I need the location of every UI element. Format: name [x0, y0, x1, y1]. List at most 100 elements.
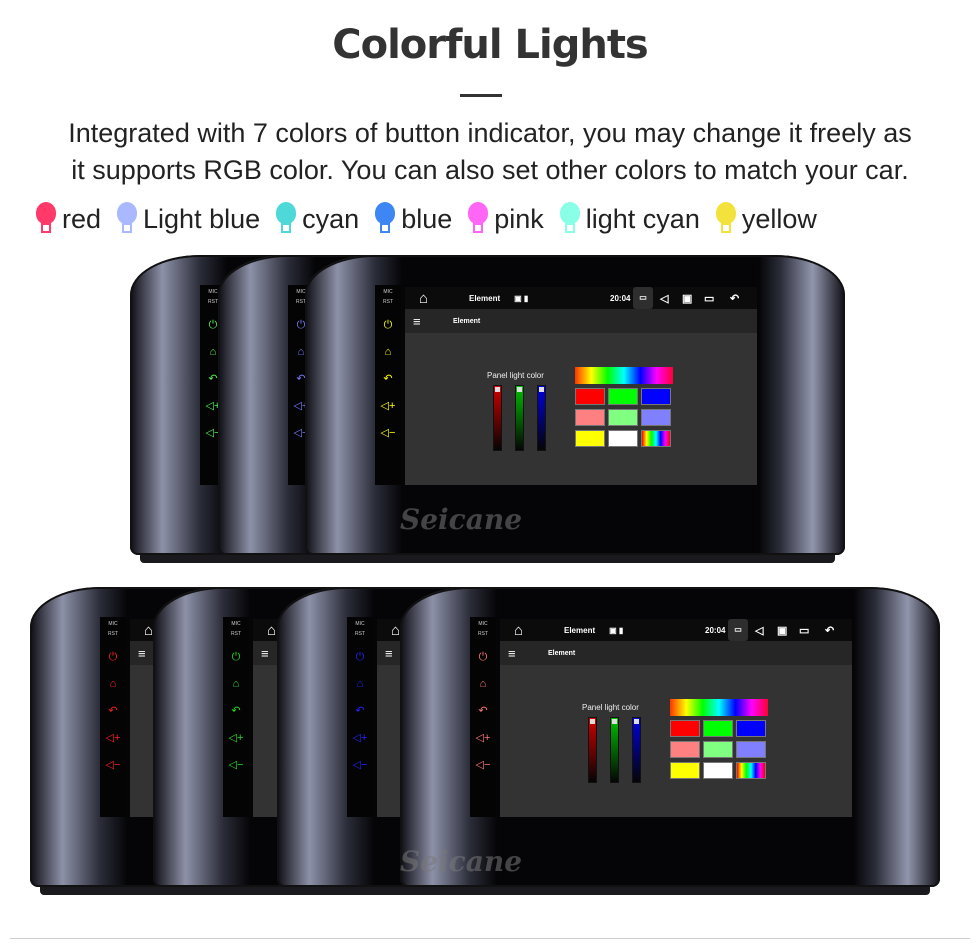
volume-icon[interactable]: ◁ [660, 292, 668, 305]
side-label: MIC [231, 621, 241, 627]
return-icon[interactable]: ↶ [730, 292, 739, 305]
power-button[interactable]: ⏻ [223, 650, 249, 664]
slider-thumb[interactable] [612, 719, 617, 724]
volume-up-button[interactable]: ◁+ [470, 731, 496, 745]
side-label: MIC [355, 621, 365, 627]
display-icon[interactable]: ▣ [777, 624, 787, 637]
color-slider[interactable] [588, 717, 597, 783]
color-swatch[interactable] [575, 409, 605, 426]
hamburger-menu-icon[interactable]: ≡ [413, 314, 453, 329]
color-swatch[interactable] [641, 430, 671, 447]
hue-bar[interactable] [575, 367, 673, 384]
legend-item: cyan [276, 202, 359, 236]
window-icon[interactable]: ▭ [799, 624, 809, 637]
color-slider[interactable] [493, 385, 502, 451]
bulb-glass [715, 202, 736, 224]
volume-up-button[interactable]: ◁+ [375, 399, 401, 413]
slider-thumb[interactable] [539, 387, 544, 392]
back-button[interactable]: ↶ [375, 372, 401, 386]
slider-thumb[interactable] [634, 719, 639, 724]
status-title: Element [469, 293, 501, 303]
power-button[interactable]: ⏻ [375, 318, 401, 332]
home-button[interactable]: ⌂ [470, 677, 496, 691]
side-label: RST [108, 631, 118, 637]
volume-up-button[interactable]: ◁+ [223, 731, 249, 745]
power-button[interactable]: ⏻ [100, 650, 126, 664]
back-button[interactable]: ↶ [347, 704, 373, 718]
home-button[interactable]: ⌂ [375, 345, 401, 359]
app-bar: ≡Element [500, 641, 852, 665]
app-title: Element [453, 317, 481, 325]
color-slider[interactable] [537, 385, 546, 451]
slider-thumb[interactable] [517, 387, 522, 392]
panel-light-label: Panel light color [487, 371, 544, 380]
color-slider[interactable] [515, 385, 524, 451]
slider-thumb[interactable] [495, 387, 500, 392]
description-line-2: it supports RGB color. You can also set … [71, 155, 909, 185]
color-swatch[interactable] [575, 388, 605, 405]
app-bar: ≡Element [405, 309, 757, 333]
watermark: Seicane [400, 503, 523, 536]
bulb-icon [468, 202, 489, 236]
legend-item: light cyan [559, 202, 700, 236]
volume-down-button[interactable]: ◁− [375, 426, 401, 440]
volume-icon[interactable]: ◁ [755, 624, 763, 637]
color-swatch[interactable] [608, 388, 638, 405]
screen-icon[interactable]: ▭ [728, 619, 748, 641]
back-button[interactable]: ↶ [470, 704, 496, 718]
back-button[interactable]: ↶ [100, 704, 126, 718]
color-swatch[interactable] [575, 430, 605, 447]
bulb-glass [117, 202, 138, 224]
color-slider[interactable] [610, 717, 619, 783]
color-swatch[interactable] [670, 741, 700, 758]
color-swatch[interactable] [703, 762, 733, 779]
side-label: RST [383, 299, 393, 305]
volume-down-button[interactable]: ◁− [470, 758, 496, 772]
color-swatch[interactable] [703, 741, 733, 758]
status-title: Element [564, 625, 596, 635]
description-line-1: Integrated with 7 colors of button indic… [68, 118, 912, 148]
bulb-base [122, 223, 133, 233]
home-icon[interactable]: ⌂ [514, 622, 554, 639]
back-button[interactable]: ↶ [223, 704, 249, 718]
color-swatch[interactable] [641, 409, 671, 426]
home-icon[interactable]: ⌂ [419, 290, 459, 307]
screen-icon[interactable]: ▭ [633, 287, 653, 309]
hue-bar[interactable] [670, 699, 768, 716]
color-slider[interactable] [632, 717, 641, 783]
bulb-base [720, 223, 731, 233]
color-swatch[interactable] [736, 720, 766, 737]
volume-down-button[interactable]: ◁− [223, 758, 249, 772]
legend-item: blue [375, 202, 452, 236]
volume-down-button[interactable]: ◁− [347, 758, 373, 772]
home-button[interactable]: ⌂ [223, 677, 249, 691]
hamburger-menu-icon[interactable]: ≡ [508, 646, 548, 661]
color-swatch[interactable] [641, 388, 671, 405]
home-button[interactable]: ⌂ [347, 677, 373, 691]
bulb-glass [375, 202, 396, 224]
power-button[interactable]: ⏻ [470, 650, 496, 664]
legend-label: light cyan [585, 203, 700, 234]
color-swatch[interactable] [608, 409, 638, 426]
title-divider [460, 94, 502, 97]
volume-down-button[interactable]: ◁− [100, 758, 126, 772]
color-swatch[interactable] [736, 762, 766, 779]
slider-thumb[interactable] [590, 719, 595, 724]
status-bar: ⌂Element▣ ▮20:04▭◁▣▭↶ [500, 619, 852, 641]
color-swatch[interactable] [670, 720, 700, 737]
volume-up-button[interactable]: ◁+ [347, 731, 373, 745]
color-swatch[interactable] [670, 762, 700, 779]
volume-up-button[interactable]: ◁+ [100, 731, 126, 745]
bulb-base [281, 223, 292, 233]
color-swatch[interactable] [608, 430, 638, 447]
color-swatch[interactable] [736, 741, 766, 758]
display-icon[interactable]: ▣ [682, 292, 692, 305]
legend-item: red [36, 202, 101, 236]
return-icon[interactable]: ↶ [825, 624, 834, 637]
bulb-base [380, 223, 391, 233]
home-button[interactable]: ⌂ [100, 677, 126, 691]
color-swatch[interactable] [703, 720, 733, 737]
window-icon[interactable]: ▭ [704, 292, 714, 305]
power-button[interactable]: ⏻ [347, 650, 373, 664]
touchscreen: ⌂Element▣ ▮20:04▭◁▣▭↶≡ElementPanel light… [500, 619, 852, 817]
